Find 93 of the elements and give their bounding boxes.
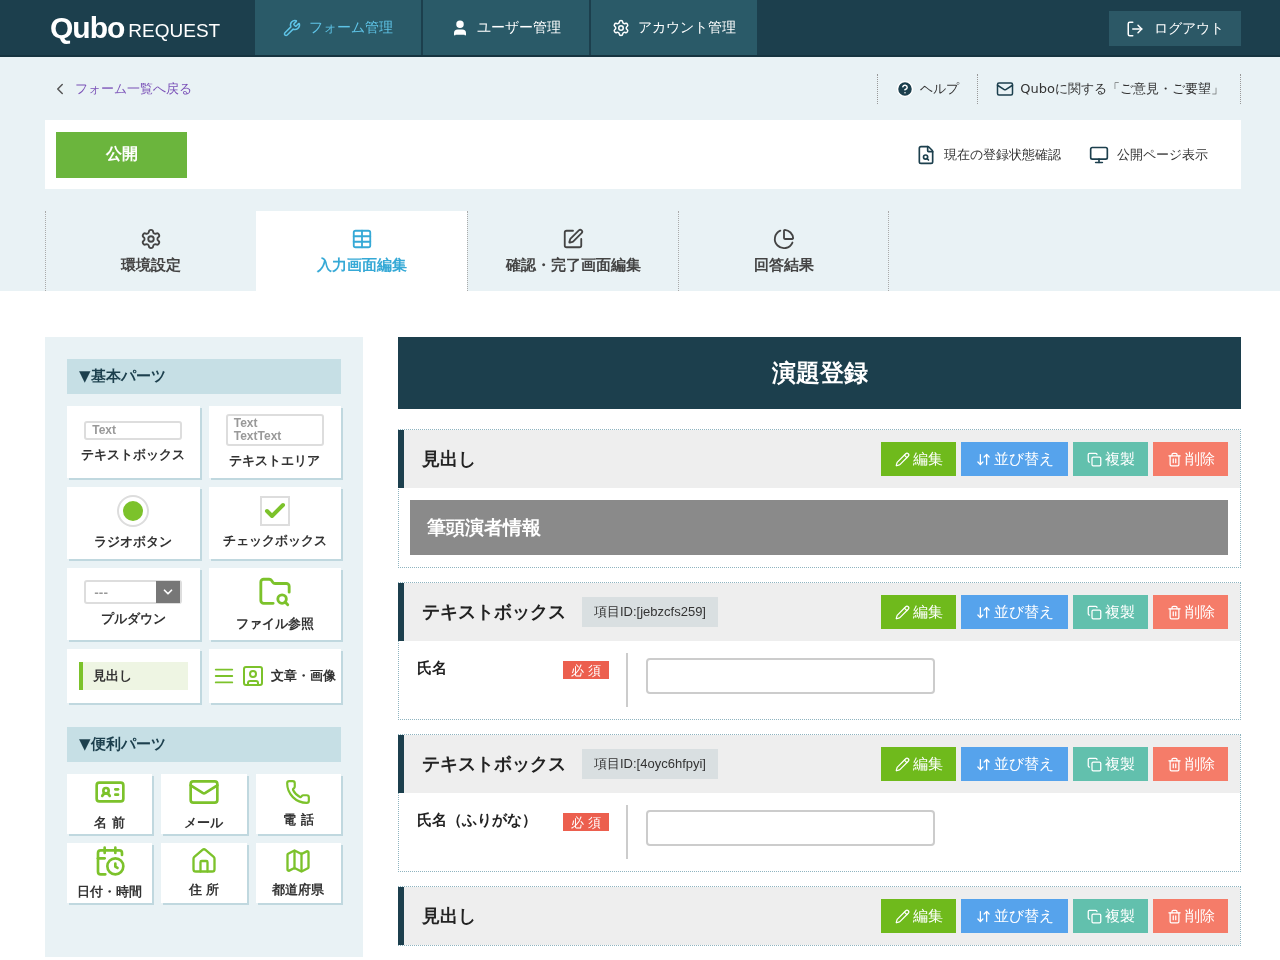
pie-chart-icon [772, 227, 795, 250]
sidebar-part[interactable]: ラジオボタン [67, 487, 200, 559]
copy-icon [1086, 451, 1102, 467]
sidebar-part[interactable]: 文章・画像 [208, 649, 341, 703]
sidebar-part[interactable]: 日付・時間 [67, 843, 153, 903]
pencil-icon [894, 756, 910, 772]
sidebar-part[interactable]: --- プルダウン [67, 568, 200, 640]
item-id: 項目ID:[4oyc6hfpyi] [582, 749, 718, 779]
part-label: 住 所 [188, 881, 220, 899]
sidebar-part[interactable]: 見出し [67, 649, 200, 703]
copy-icon [1086, 756, 1102, 772]
person-icon [241, 664, 266, 688]
part-label: テキストエリア [229, 452, 321, 470]
input-field[interactable] [646, 810, 936, 846]
action-link[interactable]: 現在の登録状態確認 [916, 144, 1061, 165]
trash-icon [1166, 451, 1182, 467]
table-edit-icon [350, 227, 373, 250]
logo: Qubo REQUEST [49, 9, 222, 46]
copy-icon [1086, 908, 1102, 924]
part-label: ファイル参照 [235, 615, 314, 633]
field-label: 氏名（ふりがな） [417, 810, 538, 830]
copy-icon [1086, 604, 1102, 620]
pencil-icon [894, 604, 910, 620]
mail-icon [996, 79, 1015, 98]
back-link[interactable]: フォーム一覧へ戻る [51, 79, 192, 98]
form-edit-icon [562, 227, 584, 250]
sort-icon [975, 604, 991, 620]
map-icon [284, 847, 313, 875]
part-label: チェックボックス [222, 532, 327, 550]
required-badge: 必 須 [563, 661, 610, 679]
nav-tab[interactable]: アカウント管理 [591, 0, 757, 55]
folder-search-icon [257, 575, 292, 609]
monitor-icon [1089, 144, 1109, 165]
item-id: 項目ID:[jebzcfs259] [582, 597, 718, 627]
sidebar-part[interactable]: 電 話 [255, 774, 341, 834]
nav-tab[interactable]: フォーム管理 [255, 0, 421, 55]
pencil-icon [894, 908, 910, 924]
nav-tab[interactable]: ユーザー管理 [423, 0, 589, 55]
part-label: 文章・画像 [271, 667, 337, 685]
text-preview: Text [84, 420, 183, 440]
sort-icon [975, 908, 991, 924]
wrench-icon [283, 18, 301, 37]
action-link[interactable]: 公開ページ表示 [1089, 144, 1208, 165]
field-label: 氏名 [417, 658, 448, 678]
settings-icon [140, 227, 162, 250]
heading-preview: 筆頭演者情報 [410, 500, 1228, 555]
form-title: 演題登録 [398, 337, 1241, 409]
house-icon [190, 847, 218, 875]
header-link[interactable]: Quboに関する「ご意見・ご要望」 [977, 73, 1241, 104]
section-title: ▼基本パーツ [67, 359, 341, 394]
part-label: 電 話 [283, 811, 314, 829]
tab[interactable]: 確認・完了画面編集 [467, 211, 678, 291]
phone-icon [285, 779, 312, 805]
part-label: テキストボックス [81, 445, 186, 464]
input-field[interactable] [646, 658, 936, 694]
trash-icon [1166, 756, 1182, 772]
sidebar-part[interactable]: Text テキストボックス [67, 406, 200, 478]
settings-icon [612, 18, 630, 37]
sidebar-part[interactable]: 住 所 [161, 843, 247, 903]
part-label: メール [184, 814, 224, 832]
trash-icon [1166, 908, 1182, 924]
part-label: 日付・時間 [77, 883, 143, 901]
document-search-icon [916, 144, 936, 165]
sidebar-part[interactable]: Text TextText テキストエリア [208, 406, 341, 478]
sidebar-part[interactable]: 名 前 [67, 774, 153, 834]
radio-icon [117, 495, 150, 527]
part-label: ラジオボタン [94, 533, 173, 551]
part-label: 名 前 [94, 814, 125, 832]
sort-icon [975, 756, 991, 772]
help-icon [896, 79, 915, 98]
block-title: テキストボックス [422, 600, 566, 624]
part-label: 都道府県 [272, 881, 325, 899]
text-preview: Text TextText [225, 414, 324, 446]
logout-button[interactable]: ログアウト [1109, 11, 1241, 46]
logout-icon [1126, 19, 1144, 38]
required-badge: 必 須 [563, 813, 610, 831]
trash-icon [1166, 604, 1182, 620]
sidebar-part[interactable]: メール [161, 774, 247, 834]
sidebar-part[interactable]: 都道府県 [255, 843, 341, 903]
part-label: プルダウン [100, 610, 166, 628]
dropdown-preview: --- [84, 580, 183, 604]
sidebar-part[interactable]: チェックボックス [208, 487, 341, 559]
header-link[interactable]: ヘルプ [877, 73, 978, 104]
user-icon [451, 18, 469, 37]
block-title: 見出し [422, 904, 476, 928]
checkbox-icon [259, 496, 290, 526]
sidebar-part[interactable]: ファイル参照 [208, 568, 341, 640]
tab[interactable]: 回答結果 [678, 211, 889, 291]
block-title: 見出し [422, 447, 476, 471]
sort-icon [975, 451, 991, 467]
block-title: テキストボックス [422, 752, 566, 776]
section-title: ▼便利パーツ [67, 727, 341, 762]
pencil-icon [894, 451, 910, 467]
